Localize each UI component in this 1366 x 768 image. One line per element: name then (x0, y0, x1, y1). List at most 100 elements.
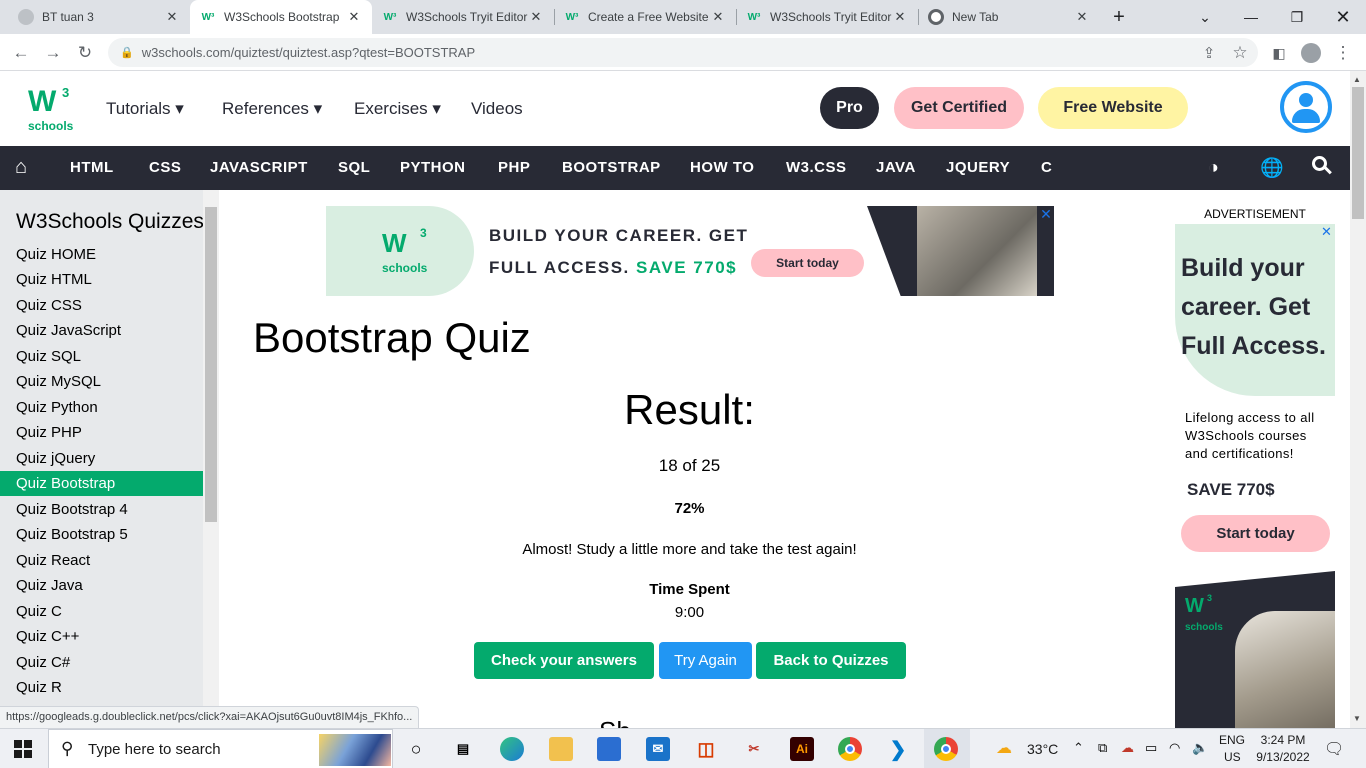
close-icon[interactable]: ✕ (1074, 9, 1090, 25)
profile-icon[interactable] (1298, 40, 1324, 66)
illustrator-icon[interactable]: Ai (790, 737, 814, 761)
language-region[interactable]: US (1224, 750, 1241, 764)
battery-icon[interactable]: ▭ (1145, 740, 1157, 756)
pro-button[interactable]: Pro (820, 87, 879, 129)
sidebar-item-quiz-jquery[interactable]: Quiz jQuery (0, 446, 203, 471)
reload-icon[interactable]: ↻ (72, 40, 98, 66)
minimize-button[interactable]: — (1228, 0, 1274, 34)
scroll-up-icon[interactable]: ▲ (1353, 75, 1361, 84)
browser-tab[interactable]: W³ Create a Free Website ✕ (554, 0, 736, 34)
tray-app-icon[interactable]: ⧉ (1098, 740, 1107, 756)
bookmark-star-icon[interactable]: ☆ (1227, 40, 1253, 66)
chrome-active-icon[interactable] (934, 737, 958, 761)
sidebar-item-quiz-home[interactable]: Quiz HOME (0, 242, 203, 267)
sidebar-item-quiz-r[interactable]: Quiz R (0, 675, 203, 700)
scroll-down-icon[interactable]: ▼ (1353, 714, 1361, 723)
tab-search-chevron-icon[interactable]: ⌄ (1182, 0, 1228, 34)
close-icon[interactable]: ✕ (164, 9, 180, 25)
new-tab-button[interactable]: + (1100, 0, 1138, 34)
back-to-quizzes-button[interactable]: Back to Quizzes (756, 642, 906, 679)
page-scrollbar[interactable]: ▲ ▼ (1350, 71, 1366, 728)
restore-button[interactable]: ❐ (1274, 0, 1320, 34)
search-icon[interactable] (1312, 156, 1332, 178)
menu-exercises[interactable]: Exercises ▾ (354, 99, 441, 119)
nav-sql[interactable]: SQL (338, 159, 370, 176)
snipping-tool-icon[interactable]: ✂ (742, 737, 766, 761)
nav-python[interactable]: PYTHON (400, 159, 466, 176)
check-answers-button[interactable]: Check your answers (474, 642, 654, 679)
banner-ad[interactable]: W 3 schools BUILD YOUR CAREER. GET FULL … (326, 206, 1054, 296)
taskbar-search-box[interactable]: ⚲ Type here to search (48, 729, 393, 768)
globe-icon[interactable]: 🌐 (1260, 156, 1284, 180)
sidebar-item-quiz-c[interactable]: Quiz C (0, 599, 203, 624)
nav-w3css[interactable]: W3.CSS (786, 159, 847, 176)
share-icon[interactable]: ⇪ (1196, 40, 1222, 66)
weather-temp[interactable]: 33°C (1027, 741, 1058, 757)
sidebar-item-quiz-cpp[interactable]: Quiz C++ (0, 624, 203, 649)
browser-tab[interactable]: W³ W3Schools Tryit Editor ✕ (372, 0, 554, 34)
mail-icon[interactable]: ✉ (646, 737, 670, 761)
browser-tab[interactable]: W³ W3Schools Tryit Editor ✕ (736, 0, 918, 34)
sidebar-item-quiz-java[interactable]: Quiz Java (0, 573, 203, 598)
sidebar-item-quiz-mysql[interactable]: Quiz MySQL (0, 369, 203, 394)
sidebar-item-quiz-css[interactable]: Quiz CSS (0, 293, 203, 318)
ad-close-icon[interactable]: ✕ (1038, 206, 1054, 222)
clock-date[interactable]: 9/13/2022 (1250, 750, 1316, 764)
weather-icon[interactable]: ☁ (996, 738, 1012, 758)
language-code[interactable]: ENG (1219, 733, 1245, 747)
get-certified-button[interactable]: Get Certified (894, 87, 1024, 129)
sidebar-scrollbar-thumb[interactable] (205, 207, 217, 522)
sidebar-item-quiz-bootstrap-4[interactable]: Quiz Bootstrap 4 (0, 497, 203, 522)
file-explorer-icon[interactable] (549, 737, 573, 761)
edge-icon[interactable] (500, 737, 524, 761)
right-ad-headline-panel[interactable]: Build your career. Get Full Access. ✕ (1175, 224, 1335, 396)
right-ad-photo[interactable]: W 3 schools (1175, 571, 1335, 728)
browser-tab[interactable]: New Tab ✕ (918, 0, 1100, 34)
ad-close-icon[interactable]: ✕ (1321, 224, 1332, 240)
address-bar[interactable]: 🔒 w3schools.com/quiztest/quiztest.asp?qt… (108, 38, 1258, 67)
browser-tab[interactable]: BT tuan 3 ✕ (8, 0, 190, 34)
nav-php[interactable]: PHP (498, 159, 530, 176)
nav-html[interactable]: HTML (70, 159, 114, 176)
menu-references[interactable]: References ▾ (222, 99, 322, 119)
sidebar-item-quiz-php[interactable]: Quiz PHP (0, 420, 203, 445)
browser-tab-active[interactable]: W³ W3Schools Bootstrap ✕ (190, 0, 372, 34)
menu-dots-icon[interactable]: ⋮ (1330, 40, 1356, 66)
sidebar-item-quiz-html[interactable]: Quiz HTML (0, 267, 203, 292)
close-icon[interactable]: ✕ (892, 9, 908, 25)
close-icon[interactable]: ✕ (346, 9, 362, 25)
nav-howto[interactable]: HOW TO (690, 159, 754, 176)
sidebar-item-quiz-bootstrap-5[interactable]: Quiz Bootstrap 5 (0, 522, 203, 547)
forward-arrow-icon[interactable]: → (40, 40, 66, 66)
windows-start-icon[interactable] (14, 740, 32, 758)
volume-icon[interactable]: 🔈 (1192, 740, 1208, 756)
free-website-button[interactable]: Free Website (1038, 87, 1188, 129)
menu-tutorials[interactable]: Tutorials ▾ (106, 99, 184, 119)
right-ad-cta-button[interactable]: Start today (1181, 515, 1330, 552)
sidebar-item-quiz-javascript[interactable]: Quiz JavaScript (0, 318, 203, 343)
close-icon[interactable]: ✕ (528, 9, 544, 25)
nav-bootstrap[interactable]: BOOTSTRAP (562, 159, 661, 176)
task-view-icon[interactable]: ○ (404, 737, 428, 761)
widgets-icon[interactable]: ▤ (451, 737, 475, 761)
nav-javascript[interactable]: JAVASCRIPT (210, 159, 308, 176)
back-arrow-icon[interactable]: ← (8, 40, 34, 66)
side-panel-icon[interactable]: ◧ (1266, 40, 1292, 66)
wifi-icon[interactable]: ◠ (1169, 740, 1180, 756)
home-icon[interactable]: ⌂ (15, 156, 27, 179)
nav-css[interactable]: CSS (149, 159, 181, 176)
vscode-icon[interactable]: ❯ (886, 737, 910, 761)
chrome-icon[interactable] (838, 737, 862, 761)
nav-java[interactable]: JAVA (876, 159, 916, 176)
nav-c[interactable]: C (1041, 159, 1052, 176)
close-icon[interactable]: ✕ (710, 9, 726, 25)
try-again-button[interactable]: Try Again (659, 642, 752, 679)
page-scrollbar-thumb[interactable] (1352, 87, 1364, 219)
sidebar-item-quiz-sql[interactable]: Quiz SQL (0, 344, 203, 369)
w3schools-logo[interactable]: W 3 schools (26, 85, 76, 133)
user-avatar-icon[interactable] (1280, 81, 1332, 133)
tray-security-icon[interactable]: ☁ (1121, 740, 1134, 756)
notification-icon[interactable]: 🗨 (1324, 739, 1344, 759)
menu-videos[interactable]: Videos (471, 99, 523, 119)
close-window-button[interactable]: ✕ (1320, 0, 1366, 34)
